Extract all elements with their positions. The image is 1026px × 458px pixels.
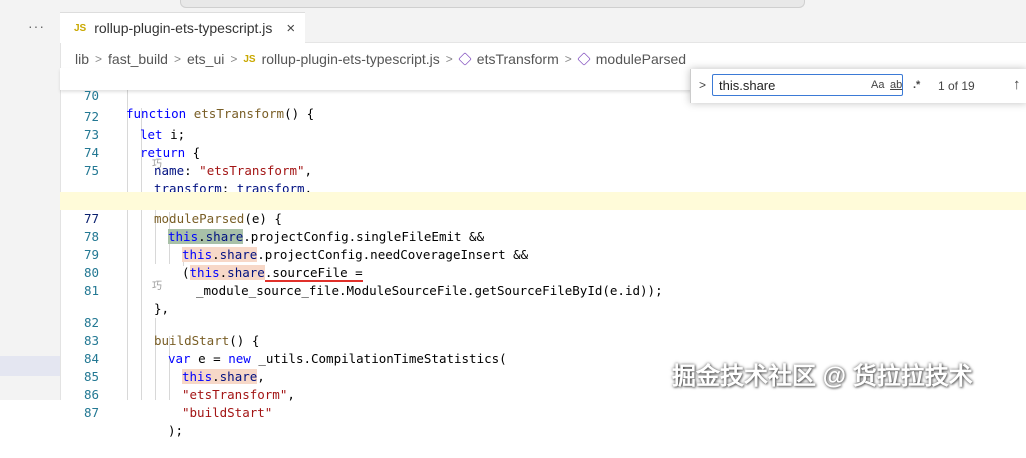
tab-title: rollup-plugin-ets-typescript.js bbox=[94, 20, 273, 36]
js-file-icon: JS bbox=[243, 53, 256, 65]
chevron-right-icon: > bbox=[445, 52, 453, 66]
code-line: 74 name: "etsTransform", bbox=[60, 126, 1026, 178]
code-line: 79 (this.share.sourceFile = bbox=[60, 228, 1026, 282]
whole-word-icon[interactable]: ab bbox=[890, 79, 902, 91]
line-number: 70 bbox=[83, 88, 99, 103]
breadcrumb-symbol-moduleparsed[interactable]: moduleParsed bbox=[596, 51, 686, 67]
chevron-right-icon: > bbox=[95, 52, 103, 66]
breadcrumb-fast-build[interactable]: fast_build bbox=[108, 51, 168, 67]
breadcrumb-lib[interactable]: lib bbox=[75, 51, 89, 67]
method-icon bbox=[576, 52, 591, 66]
activity-bar: ··· bbox=[0, 0, 61, 400]
command-center[interactable] bbox=[180, 0, 805, 8]
breadcrumb-symbol-etstransform[interactable]: etsTransform bbox=[477, 51, 559, 67]
watermark: 掘金技术社区 @ 货拉拉技术 bbox=[672, 363, 973, 390]
arrow-up-icon[interactable]: ↑ bbox=[1013, 76, 1021, 93]
find-widget: > Aa ab .* 1 of 19 ↑ bbox=[690, 69, 1026, 103]
activity-selection bbox=[0, 356, 60, 376]
chevron-right-icon: > bbox=[564, 52, 572, 66]
title-bar: JS rollup-plugin-ets-typescript.js × bbox=[60, 0, 1026, 43]
code-line: 82 buildStart() { bbox=[60, 296, 1026, 348]
editor-tab[interactable]: JS rollup-plugin-ets-typescript.js × bbox=[60, 12, 305, 43]
match-count: 1 of 19 bbox=[938, 79, 975, 93]
breadcrumb: lib > fast_build > ets_ui > JS rollup-pl… bbox=[75, 51, 686, 67]
js-file-icon: JS bbox=[74, 22, 87, 34]
close-icon[interactable]: × bbox=[286, 20, 295, 37]
breadcrumb-ets-ui[interactable]: ets_ui bbox=[187, 51, 224, 67]
code-line: 83 var e = new _utils.CompilationTimeSta… bbox=[60, 314, 1026, 366]
code-line: 78 this.share.projectConfig.needCoverage… bbox=[60, 210, 1026, 262]
code-line: 84 this.share, bbox=[60, 332, 1026, 384]
code-editor[interactable]: 72 let i; 73 return { 74 name: "etsTrans… bbox=[60, 68, 1026, 438]
code-line: 75 transform: transform, bbox=[60, 144, 1026, 196]
chevron-right-icon[interactable]: > bbox=[699, 78, 706, 92]
inline-hint[interactable]: 巧 bbox=[152, 158, 162, 172]
more-actions-icon[interactable]: ··· bbox=[28, 18, 45, 34]
method-icon bbox=[458, 52, 472, 66]
inline-hint[interactable]: 巧 bbox=[152, 280, 162, 294]
match-case-icon[interactable]: Aa bbox=[871, 79, 884, 91]
regex-icon[interactable]: .* bbox=[913, 79, 920, 91]
code-line-current: 77 this.share.projectConfig.singleFileEm… bbox=[60, 192, 1026, 244]
code-line: 81 }, bbox=[60, 264, 1026, 316]
chevron-right-icon: > bbox=[230, 52, 238, 66]
code-line: 80 _module_source_file.ModuleSourceFile.… bbox=[60, 246, 1026, 298]
breadcrumb-file[interactable]: rollup-plugin-ets-typescript.js bbox=[262, 51, 440, 67]
code-line: 76 moduleParsed(e) { bbox=[60, 174, 1026, 226]
line-number: 87 bbox=[83, 405, 99, 420]
chevron-right-icon: > bbox=[173, 52, 181, 66]
